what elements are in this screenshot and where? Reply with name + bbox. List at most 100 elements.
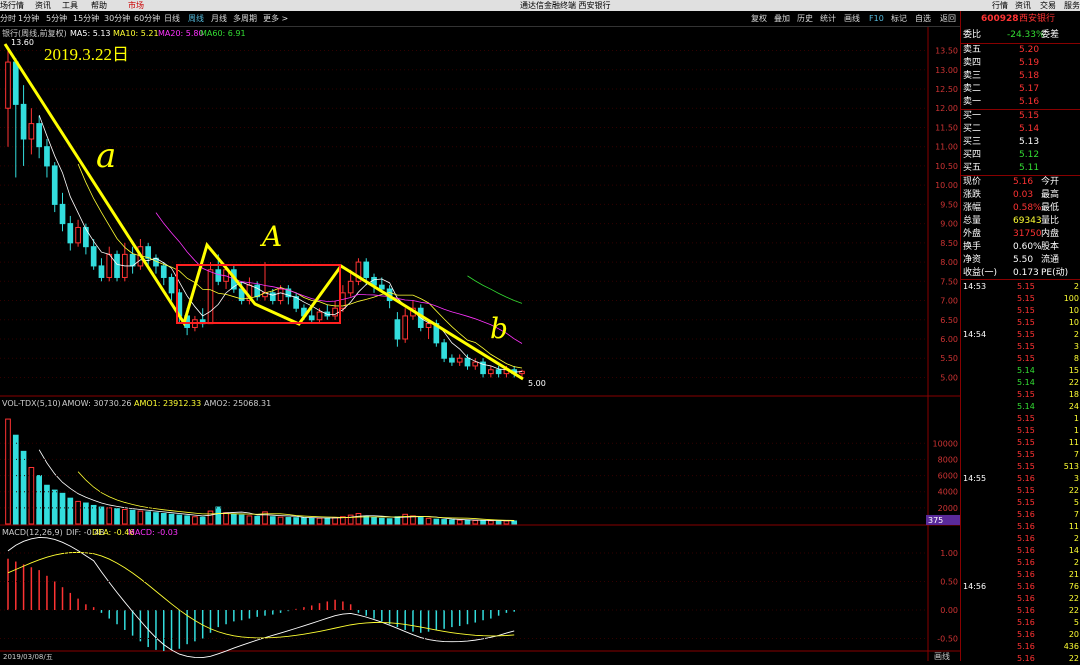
tick-price: 5.14 [1017,402,1035,411]
ma5-label: MA5: 5.13 [70,29,111,38]
stat-value: 0.03 [1013,190,1034,200]
tick-row: 5.15 513 [961,461,1080,473]
volume-bar [12,434,19,525]
candle-body [28,123,35,140]
tool-back-button[interactable]: 返回 [940,11,956,27]
period-tab-1min[interactable]: 1分钟 [18,11,39,27]
menu-right-news[interactable]: 资讯 [1015,0,1031,11]
menu-item-market[interactable]: 市场 [128,0,144,11]
period-tab-15min[interactable]: 15分钟 [73,11,99,27]
tool-stats-button[interactable]: 统计 [820,11,836,27]
volume-bar [355,513,362,525]
macd-tick-label: 0.50 [940,578,958,587]
candle-body [425,323,432,328]
tick-price: 5.15 [1017,330,1035,339]
period-tab-daily[interactable]: 日线 [164,11,180,27]
volume-bar [378,517,385,525]
window-title: 通达信金融终端 西安银行 [520,1,611,10]
menu-right-trade[interactable]: 交易 [1040,0,1056,11]
stat-row: 现价 5.16 今开 [961,176,1080,189]
ask-label: 卖五 [963,45,982,55]
tick-price: 5.16 [1017,618,1035,627]
volume-current-label: 375 [928,516,943,525]
tool-draw-button[interactable]: 画线 [844,11,860,27]
candle-body [114,253,120,278]
quote-title-row: 600928 西安银行 [961,13,1080,26]
period-tab-60min[interactable]: 60分钟 [134,11,160,27]
tick-price: 5.16 [1017,534,1035,543]
candle-body [51,165,58,205]
period-tab-multi[interactable]: 多周期 [233,11,257,27]
tick-price: 5.16 [1017,642,1035,651]
volume-bar [168,513,175,525]
tick-row: 5.15 10 [961,317,1080,329]
tick-volume: 513 [1063,462,1079,471]
menu-item-help[interactable]: 帮助 [91,0,107,11]
period-tab-timeshare[interactable]: 分时 [0,11,16,27]
tool-history-button[interactable]: 历史 [797,11,813,27]
tick-price: 5.16 [1017,546,1035,555]
ask-row: 卖一 5.16 [961,96,1080,109]
volume-bar [488,520,494,525]
period-tab-monthly[interactable]: 月线 [211,11,227,27]
menu-right-quotes[interactable]: 行情 [992,0,1008,11]
macd-tick-label: -0.50 [937,635,958,644]
candle-body [402,315,409,340]
menu-right-service[interactable]: 服务 [1064,0,1080,11]
period-tab-30min[interactable]: 30分钟 [104,11,130,27]
tick-price: 5.16 [1017,630,1035,639]
chart-area[interactable]: 13.50 13.00 12.50 12.00 11.50 11.00 10.50 10.00… [0,27,960,661]
period-tab-weekly[interactable]: 周线 [188,11,204,27]
price-tick-label: 6.00 [940,335,958,344]
tool-overlay-button[interactable]: 叠加 [774,11,790,27]
draw-line-tab[interactable]: 画线 [934,651,950,661]
volume-bar [145,511,152,525]
tick-row: 5.14 22 [961,377,1080,389]
tick-row: 5.16 7 [961,509,1080,521]
tick-volume: 21 [1068,570,1079,579]
webi-label: 委比 [963,30,982,40]
volume-bar [75,500,81,525]
period-tab-5min[interactable]: 5分钟 [46,11,67,27]
tick-row: 5.16 436 [961,641,1080,653]
candle-body [59,203,66,225]
menu-item-market-quotes[interactable]: 场行情 [0,0,24,11]
bid-row: 买一 5.15 [961,110,1080,123]
volume-bar [472,519,479,525]
tool-f10-button[interactable]: F10 [869,11,884,27]
tick-volume: 3 [1073,342,1079,351]
volume-bar [5,418,11,525]
candle-body [449,357,455,363]
tick-price: 5.15 [1017,498,1035,507]
tool-watchlist-button[interactable]: 自选 [915,11,931,27]
tool-fuquan-button[interactable]: 复权 [751,11,767,27]
tick-volume: 2 [1073,282,1079,291]
tick-row: 5.15 7 [961,449,1080,461]
volume-bar [192,516,198,525]
volume-bar [51,489,58,525]
volume-bar [215,506,222,525]
tick-price: 5.16 [1017,522,1035,531]
menu-item-tools[interactable]: 工具 [62,0,78,11]
ask-price: 5.19 [1019,58,1040,68]
stat-row: 涨幅 0.58% 最低 [961,202,1080,215]
tick-row: 5.14 24 [961,401,1080,413]
price-tick-label: 7.50 [940,277,958,286]
tick-row: 5.16 2 [961,557,1080,569]
price-tick-label: 11.50 [935,123,958,132]
tick-price: 5.14 [1017,366,1035,375]
volume-bar [160,513,167,525]
period-tab-more[interactable]: 更多 > [263,11,288,27]
kline-chart[interactable]: 13.50 13.00 12.50 12.00 11.50 11.00 10.50 10.00… [0,27,960,661]
tick-price: 5.15 [1017,342,1035,351]
candle-body [316,311,323,321]
price-tick-label: 13.00 [935,66,958,75]
tool-mark-button[interactable]: 标记 [891,11,907,27]
menu-item-news[interactable]: 资讯 [35,0,51,11]
stat-label: 外盘 [963,229,982,239]
volume-bar [254,515,261,525]
candle-body [308,315,315,321]
tick-volume: 5 [1073,498,1079,507]
bid-price: 5.12 [1019,150,1040,160]
stat-row: 总量 69343 量比 [961,215,1080,228]
